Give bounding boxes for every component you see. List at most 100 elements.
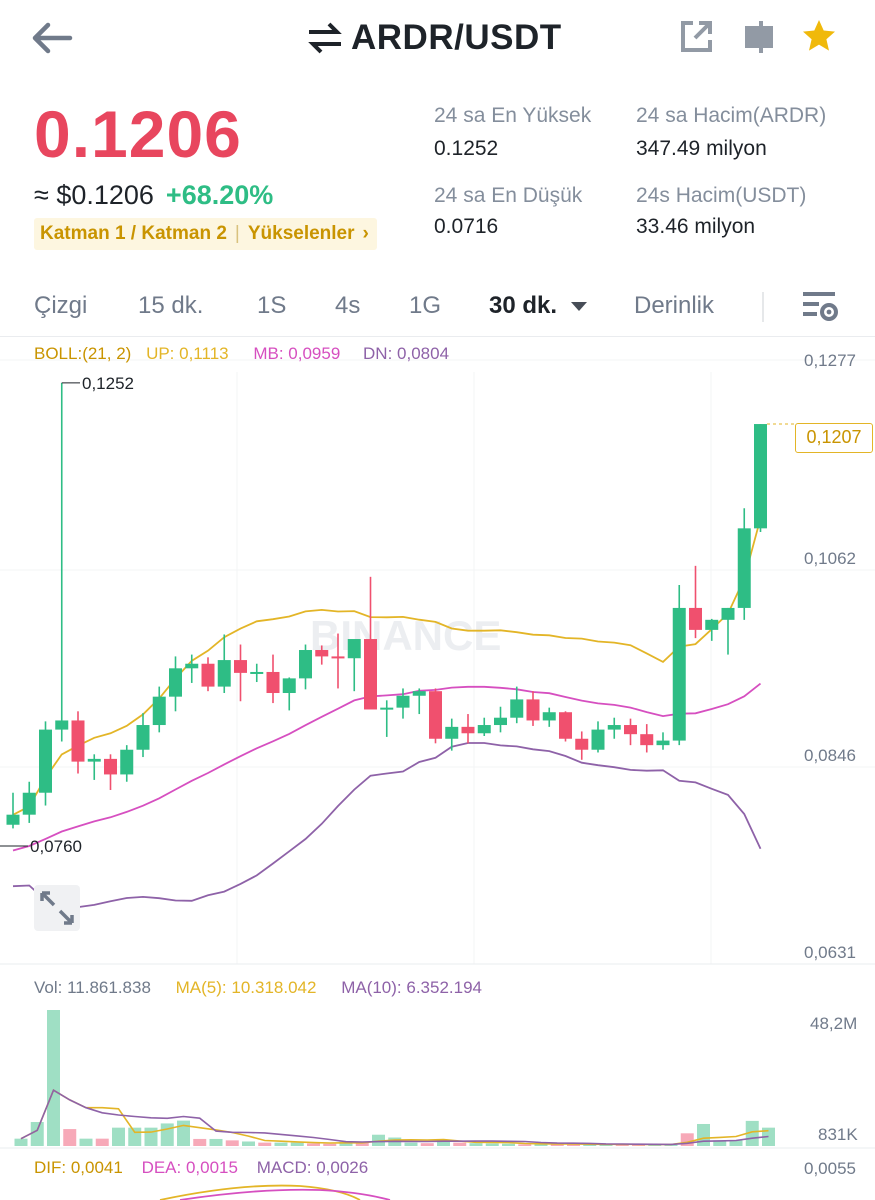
volume-bar (453, 1142, 467, 1146)
volume-bar (47, 1010, 60, 1146)
candle-body (721, 607, 735, 620)
candle-body (120, 749, 134, 775)
volume-ma10: MA(10): 6.352.194 (341, 978, 482, 997)
candle-body (656, 740, 670, 746)
volume-bar (258, 1142, 272, 1146)
volume-bar (160, 1123, 174, 1146)
candle-body (559, 712, 572, 739)
macd-value: MACD: 0,0026 (256, 1158, 369, 1177)
volume-bar (469, 1143, 483, 1146)
candle-body (445, 726, 459, 739)
candle-body (87, 758, 101, 762)
candle-body (331, 656, 345, 659)
candle-body (461, 726, 475, 734)
boll-dn: DN: 0,0804 (363, 344, 450, 363)
candle-body (607, 725, 621, 730)
candle-body (152, 696, 166, 726)
volume-tick: 831K (818, 1125, 858, 1144)
candle-body (624, 725, 637, 735)
candle-body (185, 663, 199, 669)
low-marker-label: 0,0760 (30, 837, 82, 856)
candle-body (412, 691, 426, 696)
volume-bar (225, 1140, 239, 1146)
volume-bar (30, 1122, 44, 1146)
price-tick: 0,0631 (804, 943, 856, 962)
volume-legend: Vol: 11.861.838 MA(5): 10.318.042 MA(10)… (34, 978, 482, 998)
candle-body (494, 717, 507, 726)
volume-bar (697, 1123, 710, 1146)
macd-dea: DEA: 0,0015 (141, 1158, 238, 1177)
boll-params: BOLL:(21, 2) (34, 344, 132, 363)
candle-body (591, 729, 605, 750)
candle-body (22, 792, 36, 815)
candlestick-chart[interactable]: BINANCE 0,12520,0760 (0, 0, 875, 1200)
boll-mb: MB: 0,0959 (253, 344, 341, 363)
candle-body (640, 734, 654, 746)
volume-bar (177, 1120, 190, 1146)
volume-bar (404, 1142, 418, 1146)
volume-bar (209, 1138, 223, 1146)
volume-ma5: MA(5): 10.318.042 (175, 978, 317, 997)
volume-bar (193, 1138, 207, 1146)
volume-bar (144, 1127, 158, 1146)
expand-button[interactable] (34, 885, 80, 931)
candle-body (737, 528, 751, 608)
high-marker-label: 0,1252 (82, 374, 134, 393)
volume-bar (307, 1143, 320, 1146)
macd-tick: 0,0055 (804, 1159, 856, 1178)
volume-bar (95, 1138, 109, 1146)
candle-body (672, 607, 686, 741)
candle-body (315, 650, 329, 657)
candle-body (55, 720, 69, 730)
price-tick: 0,1062 (804, 549, 856, 568)
candle-body (136, 725, 150, 750)
volume-value: Vol: 11.861.838 (34, 978, 151, 997)
candle-body (542, 712, 556, 721)
volume-bar (518, 1144, 532, 1146)
candle-body (347, 639, 361, 659)
candle-body (71, 720, 85, 762)
candle-body (266, 671, 280, 694)
volume-bar (63, 1129, 77, 1146)
candle-body (689, 607, 702, 630)
volume-tick: 48,2M (810, 1014, 858, 1033)
volume-bar (14, 1138, 28, 1146)
volume-bar (274, 1142, 288, 1146)
candle-body (526, 699, 540, 721)
candle-body (754, 424, 767, 529)
current-price-tag: 0,1207 (795, 423, 873, 453)
candle-body (380, 707, 394, 710)
volume-bar (242, 1141, 255, 1146)
boll-legend: BOLL:(21, 2) UP: 0,1113 MB: 0,0959 DN: 0… (34, 344, 449, 364)
candle-body (201, 663, 215, 687)
candle-body (234, 660, 247, 673)
candle-body (575, 738, 589, 750)
candle-body (39, 729, 52, 793)
volume-bar (79, 1138, 93, 1146)
expand-icon (40, 891, 74, 925)
candle-body (299, 650, 312, 679)
candle-body (705, 619, 719, 630)
candle-body (510, 699, 524, 718)
volume-bar (485, 1143, 499, 1146)
macd-dif: DIF: 0,0041 (34, 1158, 123, 1177)
candle-body (104, 758, 117, 775)
volume-bar (502, 1143, 515, 1146)
volume-bar (323, 1143, 337, 1146)
volume-bar (128, 1127, 142, 1146)
candle-body (250, 671, 264, 674)
candle-body (282, 678, 296, 694)
candle-body (217, 660, 231, 687)
candle-body (169, 668, 182, 697)
candle-body (429, 691, 442, 739)
price-tick: 0,1277 (804, 351, 856, 370)
volume-bar (420, 1143, 434, 1146)
macd-legend: DIF: 0,0041 DEA: 0,0015 MACD: 0,0026 (34, 1158, 368, 1178)
candle-body (6, 814, 20, 825)
candle-body (364, 639, 377, 710)
volume-bar (112, 1127, 125, 1146)
candle-body (477, 725, 491, 734)
volume-bar (290, 1142, 304, 1146)
boll-up: UP: 0,1113 (146, 344, 229, 363)
candle-body (396, 695, 410, 708)
